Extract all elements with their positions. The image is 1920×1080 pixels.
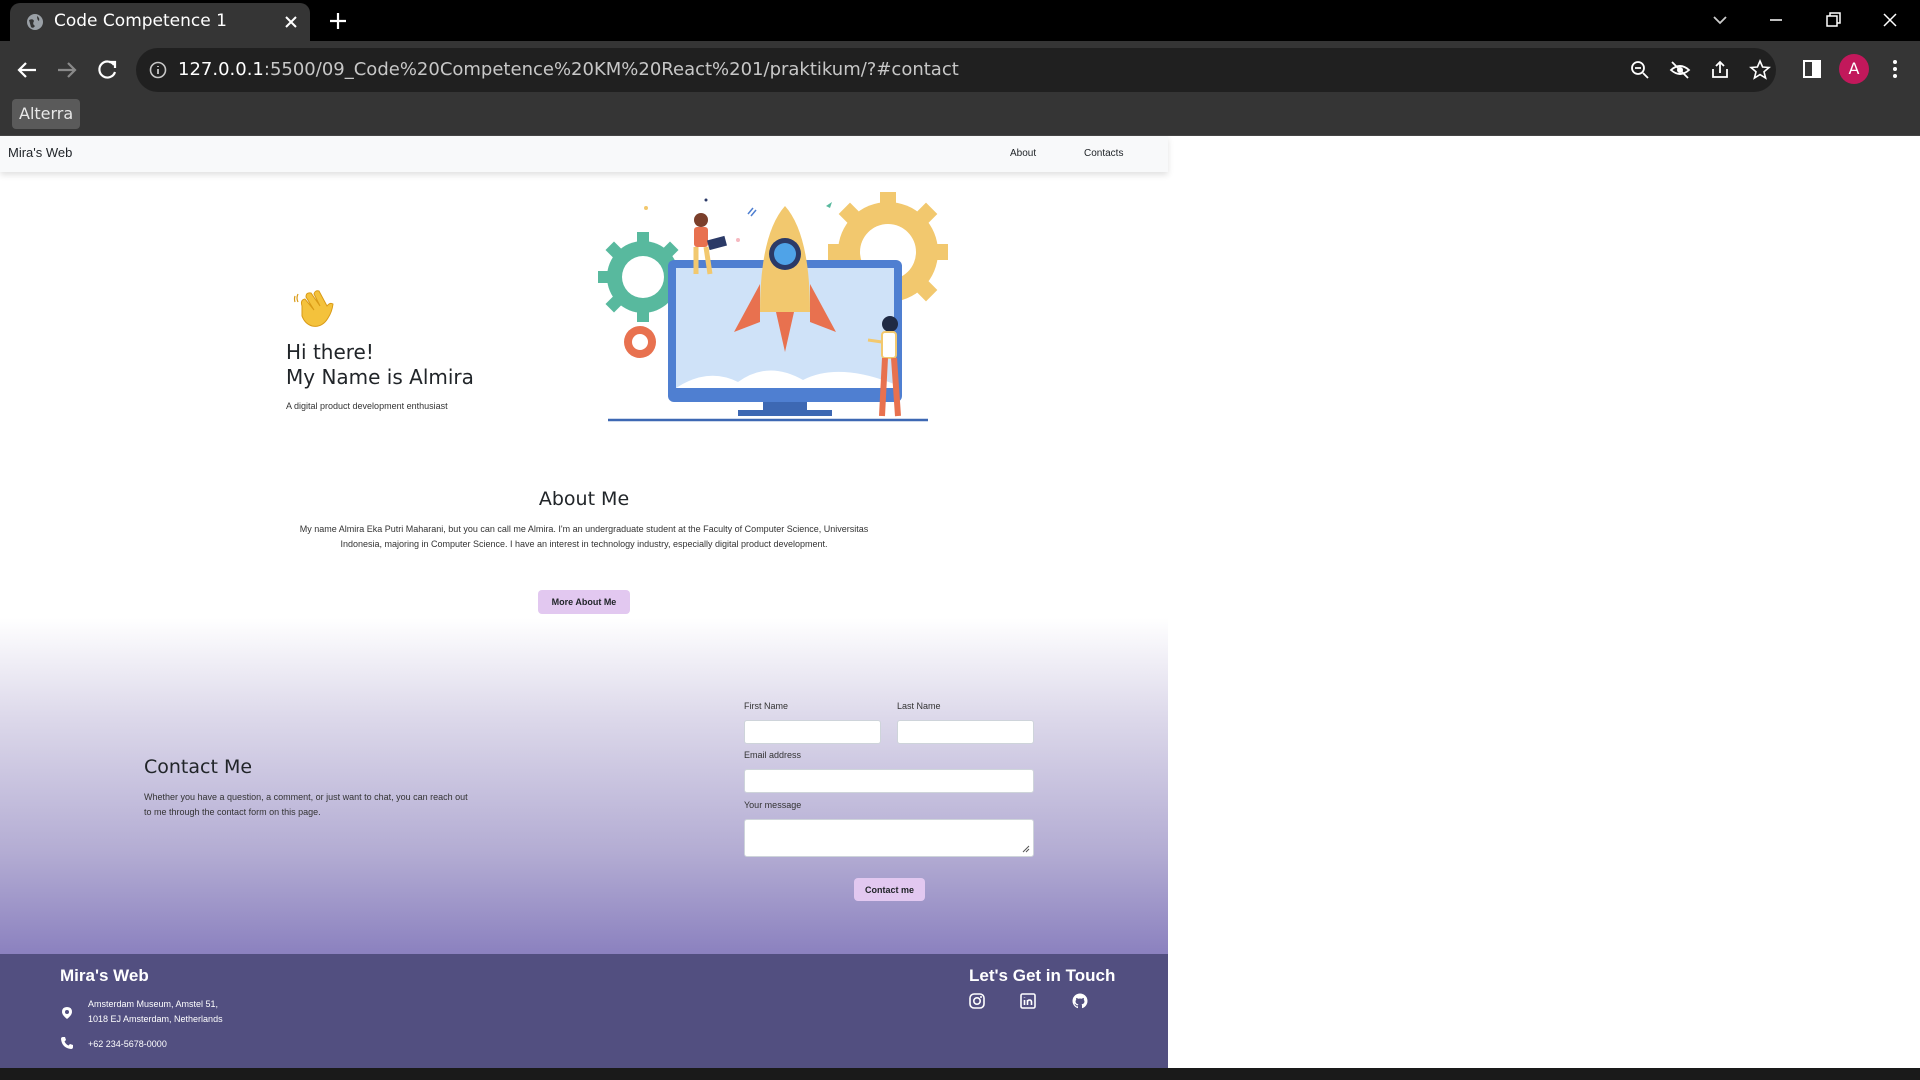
email-input[interactable]: [744, 769, 1034, 793]
email-label: Email address: [744, 750, 802, 760]
footer-brand: Mira's Web: [60, 966, 149, 985]
bookmarks-bar: Alterra: [0, 99, 1920, 136]
globe-icon: [27, 14, 43, 30]
site-info-icon[interactable]: [148, 60, 168, 80]
more-about-me-button[interactable]: More About Me: [538, 590, 630, 614]
restore-icon[interactable]: [1819, 6, 1847, 34]
window-bottom-edge: [0, 1068, 1920, 1080]
browser-tab-strip: Code Competence 1: [0, 0, 1920, 41]
last-name-input[interactable]: [897, 720, 1034, 744]
footer-touch-title: Let's Get in Touch: [969, 966, 1116, 985]
browser-toolbar: 127.0.0.1:5500/09_Code%20Competence%20KM…: [0, 41, 1920, 99]
red-gear-icon: [624, 326, 656, 358]
waving-hand-icon: [293, 290, 334, 327]
contact-me-button[interactable]: Contact me: [854, 878, 925, 901]
close-tab-icon[interactable]: [280, 11, 302, 33]
side-panel-icon[interactable]: [1797, 54, 1827, 84]
address-line-1: Amsterdam Museum, Amstel 51,: [88, 999, 219, 1009]
location-pin-icon: [62, 1007, 72, 1019]
reload-icon[interactable]: [92, 55, 122, 85]
website: Mira's Web About Contacts Hi there! My N…: [0, 136, 1168, 1068]
new-tab-icon[interactable]: [325, 8, 351, 34]
eye-off-icon[interactable]: [1668, 58, 1692, 82]
nav-link-about[interactable]: About: [1010, 148, 1036, 159]
browser-tab[interactable]: Code Competence 1: [10, 3, 310, 41]
bookmark-alterra[interactable]: Alterra: [12, 99, 81, 129]
star-icon[interactable]: [1748, 58, 1772, 82]
hero-line-2: My Name is Almira: [286, 365, 474, 389]
first-name-input[interactable]: [744, 720, 881, 744]
zoom-icon[interactable]: [1628, 58, 1652, 82]
rocket-launch-illustration: [598, 192, 948, 422]
message-label: Your message: [744, 800, 802, 810]
share-icon[interactable]: [1708, 58, 1732, 82]
last-name-label: Last Name: [897, 701, 941, 711]
more-menu-icon[interactable]: [1880, 54, 1910, 84]
about-text: My name Almira Eka Putri Maharani, but y…: [299, 524, 869, 549]
back-icon[interactable]: [12, 55, 42, 85]
first-name-label: First Name: [744, 701, 789, 711]
message-textarea[interactable]: [744, 819, 1034, 857]
hero-subtitle: A digital product development enthusiast: [286, 401, 448, 411]
github-icon[interactable]: [1071, 992, 1089, 1010]
url-host: 127.0.0.1: [178, 59, 264, 80]
phone-icon: [61, 1037, 73, 1049]
profile-avatar[interactable]: A: [1839, 54, 1869, 84]
tab-title: Code Competence 1: [54, 11, 227, 31]
close-window-icon[interactable]: [1876, 6, 1904, 34]
hero-heading: Hi there! My Name is Almira: [286, 340, 474, 390]
contact-description: Whether you have a question, a comment, …: [144, 792, 468, 817]
hero-line-1: Hi there!: [286, 340, 374, 364]
url-path: :5500/09_Code%20Competence%20KM%20React%…: [263, 59, 959, 80]
page-viewport: Mira's Web About Contacts Hi there! My N…: [0, 136, 1920, 1080]
site-navbar: Mira's Web About Contacts: [0, 136, 1168, 172]
linkedin-icon[interactable]: [1019, 992, 1037, 1010]
footer: Mira's Web Amsterdam Museum, Amstel 51, …: [0, 954, 1168, 1068]
footer-address: Amsterdam Museum, Amstel 51, 1018 EJ Ams…: [88, 997, 223, 1027]
contact-title: Contact Me: [144, 756, 253, 778]
resize-grip-icon[interactable]: [1022, 845, 1030, 853]
minimize-icon[interactable]: [1762, 6, 1790, 34]
footer-phone: +62 234-5678-0000: [88, 1039, 167, 1049]
about-title: About Me: [538, 488, 630, 510]
address-line-2: 1018 EJ Amsterdam, Netherlands: [88, 1014, 223, 1024]
navbar-brand[interactable]: Mira's Web: [8, 145, 72, 160]
url-text: 127.0.0.1:5500/09_Code%20Competence%20KM…: [178, 59, 959, 80]
nav-link-contacts[interactable]: Contacts: [1084, 148, 1123, 159]
instagram-icon[interactable]: [968, 992, 986, 1010]
address-bar[interactable]: 127.0.0.1:5500/09_Code%20Competence%20KM…: [136, 48, 1776, 92]
forward-icon[interactable]: [52, 55, 82, 85]
tab-search-icon[interactable]: [1706, 6, 1734, 34]
green-gear-icon: [598, 232, 679, 322]
